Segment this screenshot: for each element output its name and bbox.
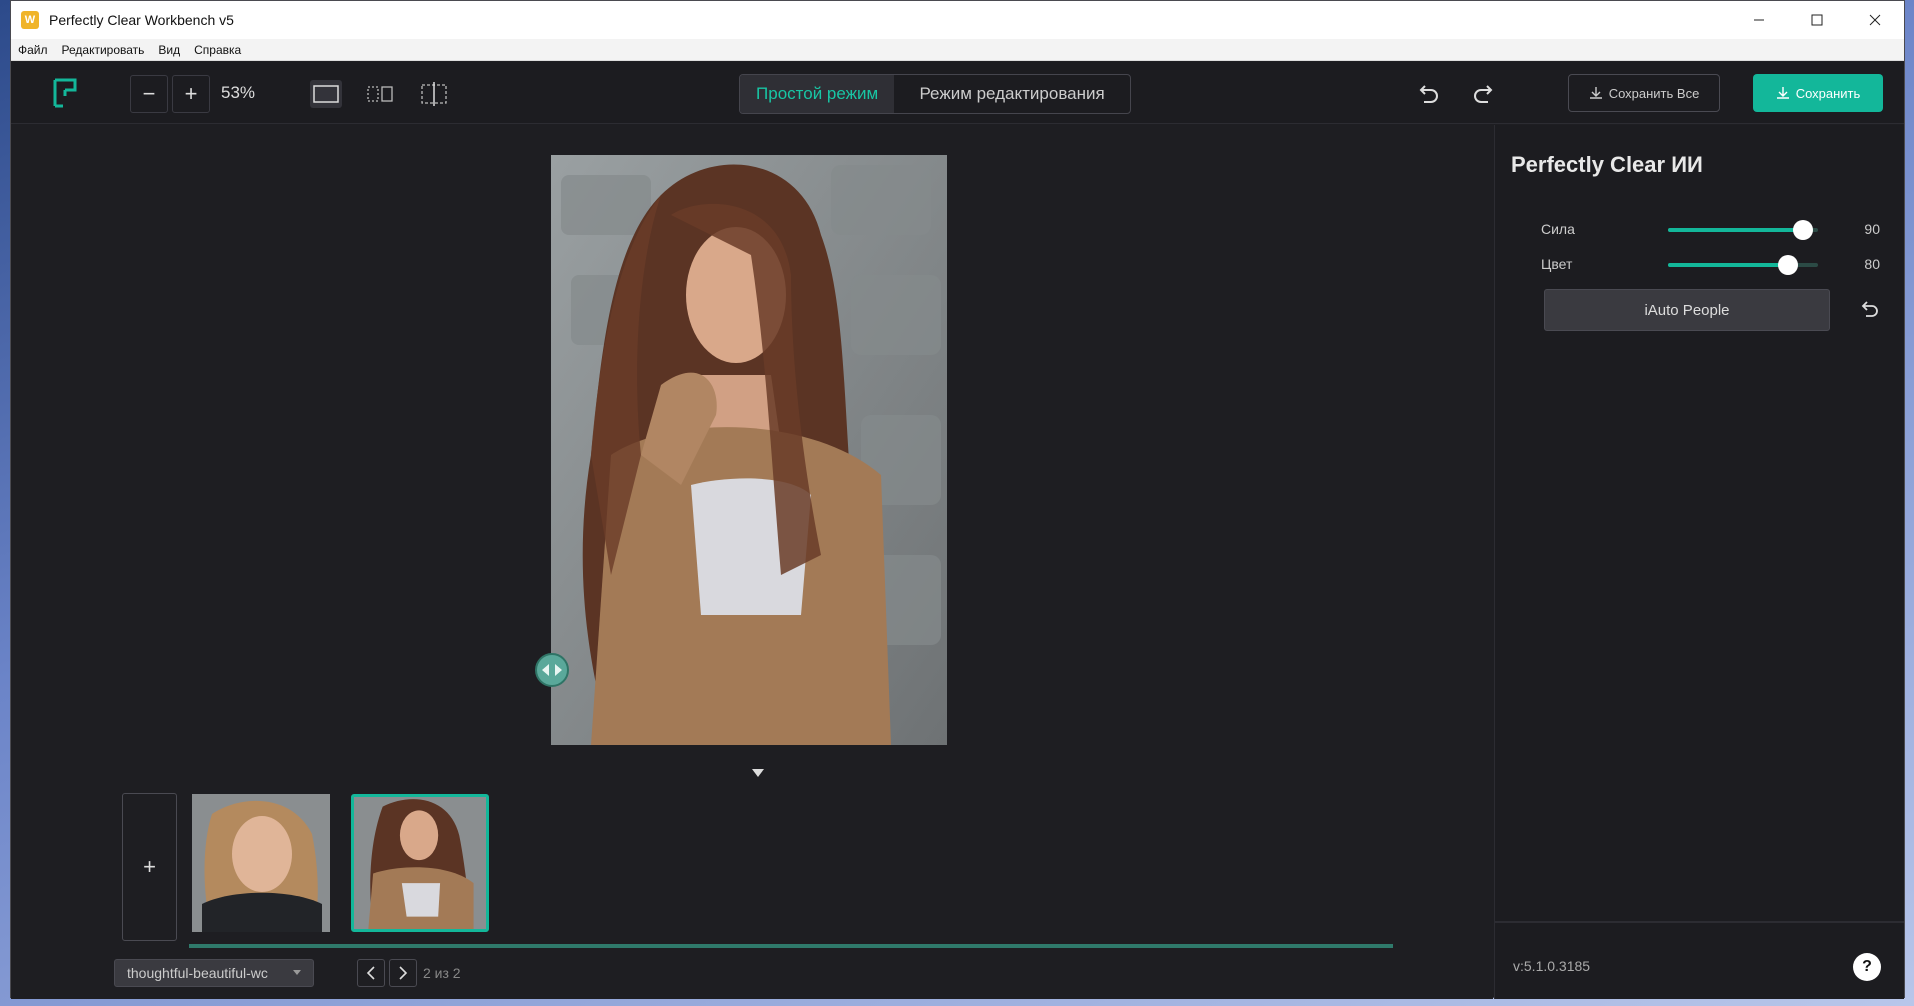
download-icon	[1589, 87, 1602, 99]
reset-icon[interactable]	[1859, 299, 1881, 321]
zoom-in-button[interactable]: +	[172, 75, 210, 113]
close-icon[interactable]	[1846, 1, 1904, 39]
chevron-right-icon	[399, 966, 408, 980]
logo-icon	[53, 78, 77, 108]
redo-icon	[1474, 85, 1493, 103]
strength-value: 90	[1864, 221, 1880, 237]
download-icon	[1776, 87, 1789, 99]
window-controls	[1730, 1, 1904, 39]
menu-file[interactable]: Файл	[11, 43, 55, 57]
menu-bar: Файл Редактировать Вид Справка	[11, 39, 1904, 61]
color-value: 80	[1864, 256, 1880, 272]
save-button[interactable]: Сохранить	[1753, 74, 1883, 112]
menu-help[interactable]: Справка	[187, 43, 248, 57]
save-label: Сохранить	[1795, 85, 1861, 101]
strength-label: Сила	[1541, 221, 1575, 237]
iauto-preset-button[interactable]: iAuto People	[1544, 289, 1830, 331]
redo-button[interactable]	[1469, 79, 1499, 109]
strength-slider-knob[interactable]	[1793, 220, 1813, 240]
minimize-icon[interactable]	[1730, 1, 1788, 39]
help-button[interactable]: ?	[1853, 953, 1881, 981]
toolbar: − + 53% Простой режим Режим редактирован…	[11, 62, 1904, 124]
window-title: Perfectly Clear Workbench v5	[49, 12, 234, 28]
filename-select[interactable]: thoughtful-beautiful-wc	[114, 959, 314, 987]
undo-button[interactable]	[1413, 79, 1443, 109]
menu-edit[interactable]: Редактировать	[55, 43, 152, 57]
mode-switch: Простой режим Режим редактирования	[739, 74, 1131, 114]
filename-value: thoughtful-beautiful-wc	[127, 965, 268, 981]
split-arrows-icon	[542, 664, 562, 676]
split-view-icon	[421, 82, 447, 106]
color-label: Цвет	[1541, 256, 1573, 272]
zoom-out-button[interactable]: −	[130, 75, 168, 113]
menu-view[interactable]: Вид	[151, 43, 187, 57]
single-view-icon	[313, 85, 339, 103]
color-slider-fill	[1668, 263, 1788, 267]
version-label: v:5.1.0.3185	[1513, 958, 1591, 974]
thumbnail-2-selected[interactable]	[351, 794, 489, 932]
chevron-left-icon	[366, 966, 375, 980]
thumbnail-image	[192, 794, 330, 932]
title-bar: W Perfectly Clear Workbench v5	[11, 1, 1904, 39]
strength-slider[interactable]	[1668, 220, 1818, 240]
app-window: W Perfectly Clear Workbench v5 Файл Реда…	[10, 0, 1905, 999]
side-by-side-button[interactable]	[364, 80, 396, 108]
app-icon: W	[21, 11, 39, 29]
prev-image-button[interactable]	[357, 959, 385, 987]
collapse-filmstrip-icon[interactable]	[752, 769, 764, 777]
panel-title: Perfectly Clear ИИ	[1511, 152, 1703, 177]
save-all-button[interactable]: Сохранить Все	[1568, 74, 1720, 112]
strength-slider-fill	[1668, 228, 1803, 232]
zoom-level: 53%	[221, 83, 256, 102]
thumbnail-1[interactable]	[192, 794, 330, 932]
add-image-button[interactable]: +	[122, 793, 177, 941]
panel-footer: v:5.1.0.3185 ?	[1495, 921, 1904, 999]
page-counter: 2 из 2	[423, 965, 461, 981]
portrait-image	[551, 155, 947, 745]
adjustments-panel: Perfectly Clear ИИ Сила 90 Цвет 80 iAuto…	[1494, 125, 1904, 999]
color-slider-knob[interactable]	[1778, 255, 1798, 275]
next-image-button[interactable]	[389, 959, 417, 987]
image-canvas: + thoughtful-beautiful-wc 2 из 2	[11, 125, 1493, 999]
save-all-label: Сохранить Все	[1608, 85, 1700, 101]
tab-edit-mode[interactable]: Режим редактирования	[894, 75, 1130, 113]
thumbnail-image	[354, 797, 486, 929]
split-handle[interactable]	[535, 653, 569, 687]
chevron-down-icon	[293, 970, 301, 975]
color-slider[interactable]	[1668, 255, 1818, 275]
main-photo[interactable]	[551, 155, 947, 745]
tab-simple-mode[interactable]: Простой режим	[740, 75, 895, 113]
maximize-icon[interactable]	[1788, 1, 1846, 39]
single-view-button[interactable]	[310, 80, 342, 108]
split-view-button[interactable]	[418, 80, 450, 108]
undo-icon	[1419, 85, 1438, 103]
filmstrip-progress-bar	[189, 944, 1393, 948]
side-by-side-icon	[367, 86, 393, 102]
